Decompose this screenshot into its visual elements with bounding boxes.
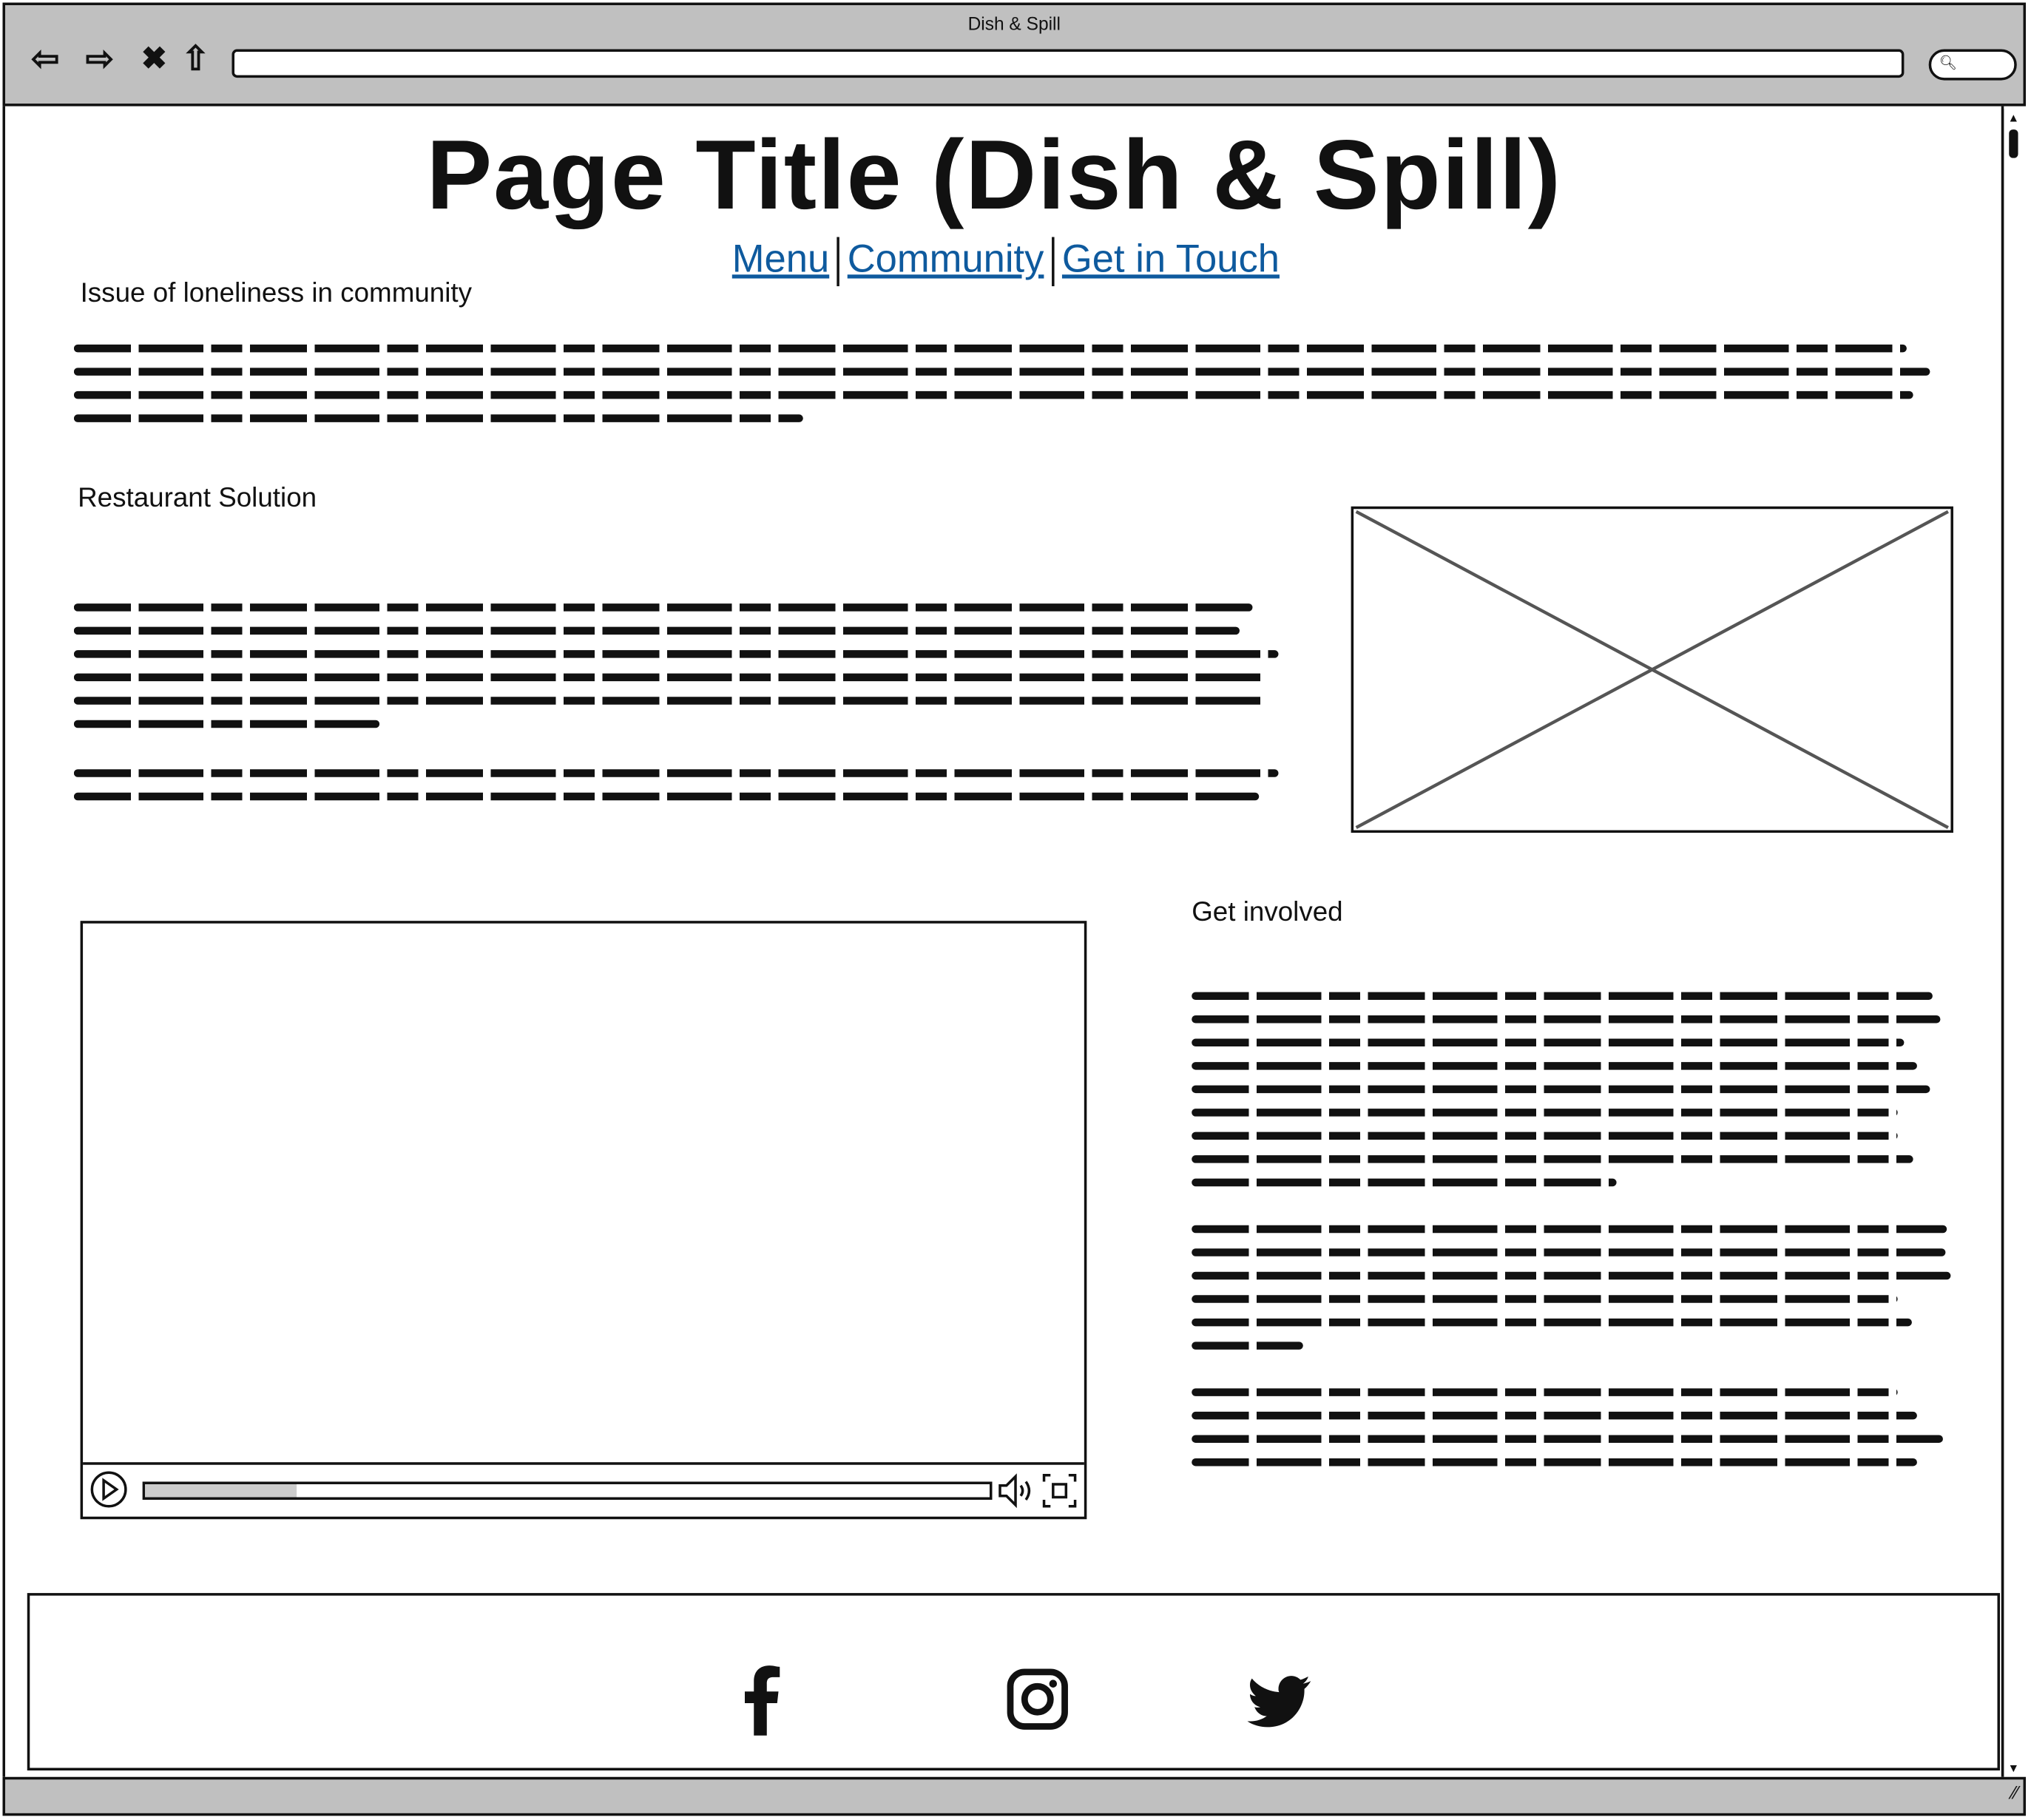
- resize-grip-icon[interactable]: ⁄⁄: [2012, 1782, 2018, 1803]
- placeholder-text-line: [1192, 1388, 1898, 1396]
- placeholder-text-line: [1192, 1225, 1947, 1234]
- scroll-up-icon[interactable]: ▲: [2008, 112, 2020, 125]
- placeholder-text-line: [73, 769, 1279, 777]
- placeholder-text-line: [1192, 992, 1933, 1001]
- forward-icon[interactable]: ⇨: [81, 38, 120, 78]
- volume-icon[interactable]: [998, 1472, 1037, 1509]
- restaurant-solution-heading: Restaurant Solution: [78, 483, 317, 513]
- search-button[interactable]: 🔍︎: [1928, 49, 2017, 81]
- twitter-icon[interactable]: [1240, 1660, 1317, 1738]
- video-controls: [83, 1462, 1084, 1517]
- instagram-icon[interactable]: [998, 1660, 1076, 1738]
- placeholder-text-line: [1192, 1109, 1898, 1117]
- nav-community[interactable]: Community: [848, 238, 1044, 281]
- image-placeholder-cross: [1355, 510, 1949, 830]
- placeholder-text-line: [73, 650, 1279, 658]
- placeholder-text-line: [1192, 1342, 1303, 1350]
- scrollbar[interactable]: ▲ ▼: [2002, 109, 2025, 1777]
- placeholder-text-line: [73, 368, 1930, 376]
- placeholder-text-line: [73, 414, 803, 422]
- placeholder-text-line: [1192, 1085, 1930, 1094]
- placeholder-text-line: [1192, 1038, 1905, 1047]
- placeholder-text-line: [1192, 1411, 1917, 1420]
- placeholder-text-line: [1192, 1131, 1898, 1140]
- nav-divider: [1051, 237, 1055, 287]
- loneliness-heading: Issue of loneliness in community: [80, 278, 473, 308]
- placeholder-text-line: [1192, 1295, 1898, 1303]
- window-title: Dish & Spill: [967, 13, 1061, 34]
- get-involved-heading: Get involved: [1192, 897, 1343, 927]
- status-bar: ⁄⁄: [2, 1776, 2027, 1816]
- footer: [27, 1593, 2001, 1771]
- placeholder-text-line: [1192, 1178, 1617, 1187]
- image-placeholder: [1351, 506, 1953, 833]
- nav-divider: [837, 237, 840, 287]
- placeholder-text-line: [73, 673, 1268, 682]
- placeholder-text-line: [73, 390, 1913, 399]
- play-icon[interactable]: [89, 1470, 129, 1509]
- facebook-icon[interactable]: [724, 1660, 802, 1738]
- browser-chrome: Dish & Spill ⇦ ⇨ ✖ ⇧ 🔍︎: [2, 2, 2027, 106]
- url-bar[interactable]: [232, 49, 1905, 78]
- placeholder-text-line: [73, 720, 380, 728]
- video-player[interactable]: [80, 921, 1087, 1520]
- placeholder-text-line: [1192, 1318, 1912, 1327]
- page-title: Page Title (Dish & Spill): [426, 120, 1562, 231]
- placeholder-text-line: [73, 344, 1907, 353]
- placeholder-text-line: [1192, 1062, 1917, 1070]
- nav-menu[interactable]: Menu: [732, 238, 829, 281]
- placeholder-text-line: [73, 792, 1260, 801]
- scroll-thumb[interactable]: [2009, 129, 2018, 158]
- placeholder-text-line: [1192, 1015, 1941, 1024]
- back-icon[interactable]: ⇦: [26, 38, 65, 78]
- placeholder-text-line: [73, 626, 1240, 635]
- fullscreen-icon[interactable]: [1041, 1472, 1078, 1509]
- video-progress-bar[interactable]: [142, 1481, 993, 1501]
- home-icon[interactable]: ⇧: [176, 38, 215, 78]
- search-icon: 🔍︎: [1939, 55, 1958, 72]
- placeholder-text-line: [1192, 1271, 1951, 1280]
- placeholder-text-line: [1192, 1458, 1917, 1467]
- video-progress-fill: [145, 1484, 297, 1498]
- scroll-down-icon[interactable]: ▼: [2008, 1762, 2020, 1775]
- placeholder-text-line: [1192, 1155, 1913, 1163]
- placeholder-text-line: [73, 697, 1268, 705]
- placeholder-text-line: [1192, 1248, 1946, 1256]
- nav-get-in-touch[interactable]: Get in Touch: [1062, 238, 1280, 281]
- stop-icon[interactable]: ✖: [135, 39, 174, 78]
- placeholder-text-line: [1192, 1435, 1943, 1443]
- placeholder-text-line: [73, 603, 1253, 612]
